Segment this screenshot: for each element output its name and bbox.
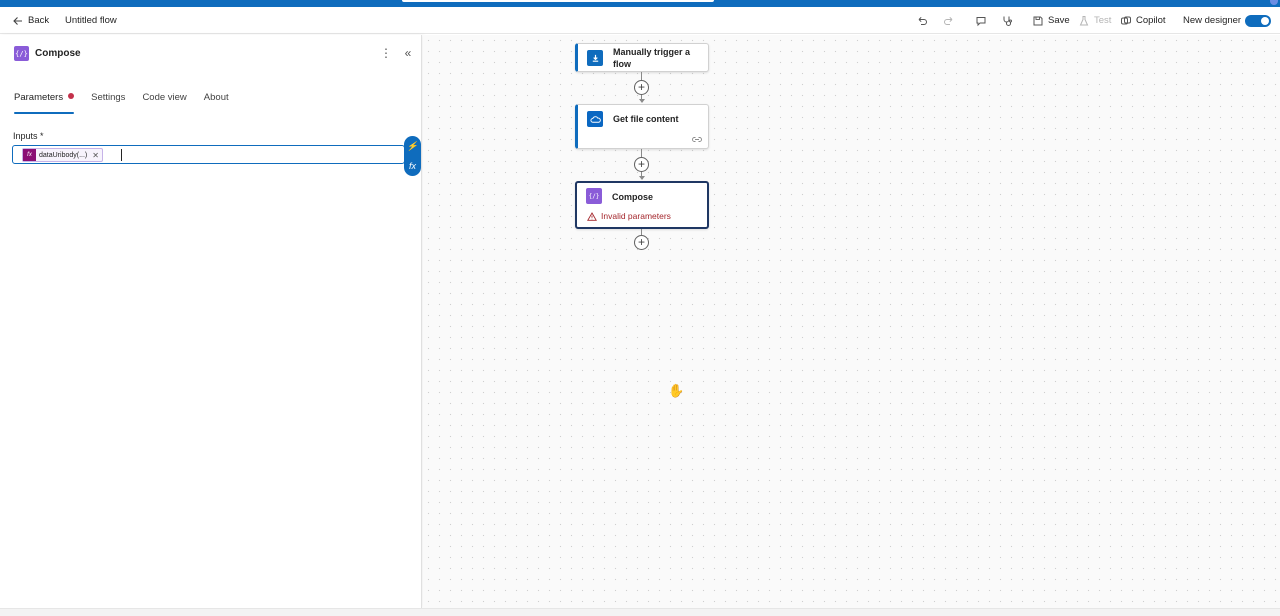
copilot-label: Copilot <box>1136 15 1166 26</box>
expression-token[interactable]: fx dataUribody(...) ✕ <box>22 148 103 162</box>
warning-text: Invalid parameters <box>601 211 671 221</box>
bottom-edge <box>0 608 1280 616</box>
browser-top-strip <box>0 0 1280 7</box>
error-dot-icon <box>68 93 75 99</box>
collapse-panel-icon[interactable]: « <box>402 45 414 61</box>
copilot-button[interactable]: Copilot <box>1120 7 1166 34</box>
flow-checker-button[interactable] <box>1001 7 1013 34</box>
tab-code-view[interactable]: Code view <box>142 92 186 114</box>
add-step-button[interactable]: + <box>634 157 649 172</box>
function-icon: fx <box>23 149 36 161</box>
node-title: Compose <box>612 192 654 202</box>
text-caret <box>121 149 122 161</box>
add-step-button[interactable]: + <box>634 80 649 95</box>
compose-icon: {/} <box>586 188 602 204</box>
more-options-icon[interactable]: ⋮ <box>380 45 392 61</box>
redo-button[interactable] <box>943 7 955 34</box>
profile-avatar[interactable] <box>1270 0 1278 5</box>
new-designer-label: New designer <box>1183 15 1242 26</box>
comments-button[interactable] <box>975 7 987 34</box>
link-icon <box>692 137 702 142</box>
save-button[interactable]: Save <box>1032 7 1070 34</box>
undo-button[interactable] <box>916 7 928 34</box>
hand-cursor-icon: ✋ <box>668 383 685 398</box>
expression-editor-icon[interactable]: fx <box>409 161 416 171</box>
manual-trigger-icon <box>587 50 603 66</box>
command-bar: Back Untitled flow Save Test Copilot New… <box>0 7 1280 34</box>
new-designer-toggle[interactable]: New designer <box>1183 7 1272 34</box>
onedrive-icon <box>587 111 603 127</box>
toggle-switch[interactable] <box>1245 14 1272 27</box>
inputs-label: Inputs * <box>13 131 44 141</box>
tab-parameters-label: Parameters <box>14 92 64 103</box>
inputs-field[interactable]: fx dataUribody(...) ✕ <box>12 145 405 164</box>
copilot-icon <box>1121 16 1131 24</box>
expression-token-text: dataUribody(...) <box>39 151 88 159</box>
tab-about-label: About <box>203 92 229 103</box>
node-title: Get file content <box>613 114 679 124</box>
compose-icon: {/} <box>14 46 29 61</box>
panel-title: Compose <box>35 48 81 59</box>
back-button[interactable]: Back <box>12 7 49 34</box>
flow-title-text: Untitled flow <box>65 15 117 26</box>
node-compose[interactable]: {/} Compose Invalid parameters <box>575 181 709 229</box>
remove-token-icon[interactable]: ✕ <box>92 151 102 160</box>
token-picker-buttons: ⚡ fx <box>404 136 421 176</box>
tab-parameters[interactable]: Parameters <box>14 92 75 114</box>
comment-icon <box>976 16 986 26</box>
undo-icon <box>918 16 927 25</box>
connector-arrow <box>638 99 645 103</box>
warning-icon <box>587 211 597 221</box>
tab-about[interactable]: About <box>204 92 229 114</box>
test-label: Test <box>1094 15 1112 26</box>
save-icon <box>1033 16 1043 25</box>
node-manual-trigger[interactable]: Manually trigger a flow <box>575 43 709 72</box>
address-bar[interactable] <box>402 0 714 2</box>
flow-canvas[interactable] <box>423 35 1280 608</box>
tab-code-view-label: Code view <box>142 92 187 103</box>
beaker-icon <box>1079 15 1089 25</box>
tab-settings-label: Settings <box>91 92 126 103</box>
add-step-button[interactable]: + <box>634 235 649 250</box>
node-get-file-content[interactable]: Get file content <box>575 104 709 149</box>
arrow-left-icon <box>13 16 22 25</box>
flow-title[interactable]: Untitled flow <box>65 7 117 34</box>
tab-settings[interactable]: Settings <box>91 92 125 114</box>
back-label: Back <box>28 15 50 26</box>
save-label: Save <box>1048 15 1070 26</box>
invalid-parameters-warning: Invalid parameters <box>587 211 671 221</box>
test-button[interactable]: Test <box>1078 7 1111 34</box>
redo-icon <box>944 16 953 25</box>
dynamic-content-icon[interactable]: ⚡ <box>407 141 418 152</box>
node-title: Manually trigger a flow <box>613 47 691 69</box>
connector-arrow <box>638 176 645 180</box>
stethoscope-icon <box>1003 16 1012 26</box>
action-details-panel: {/} Compose ⋮ « Parameters Settings Code… <box>0 35 422 608</box>
panel-tabs: Parameters Settings Code view About <box>14 92 246 114</box>
